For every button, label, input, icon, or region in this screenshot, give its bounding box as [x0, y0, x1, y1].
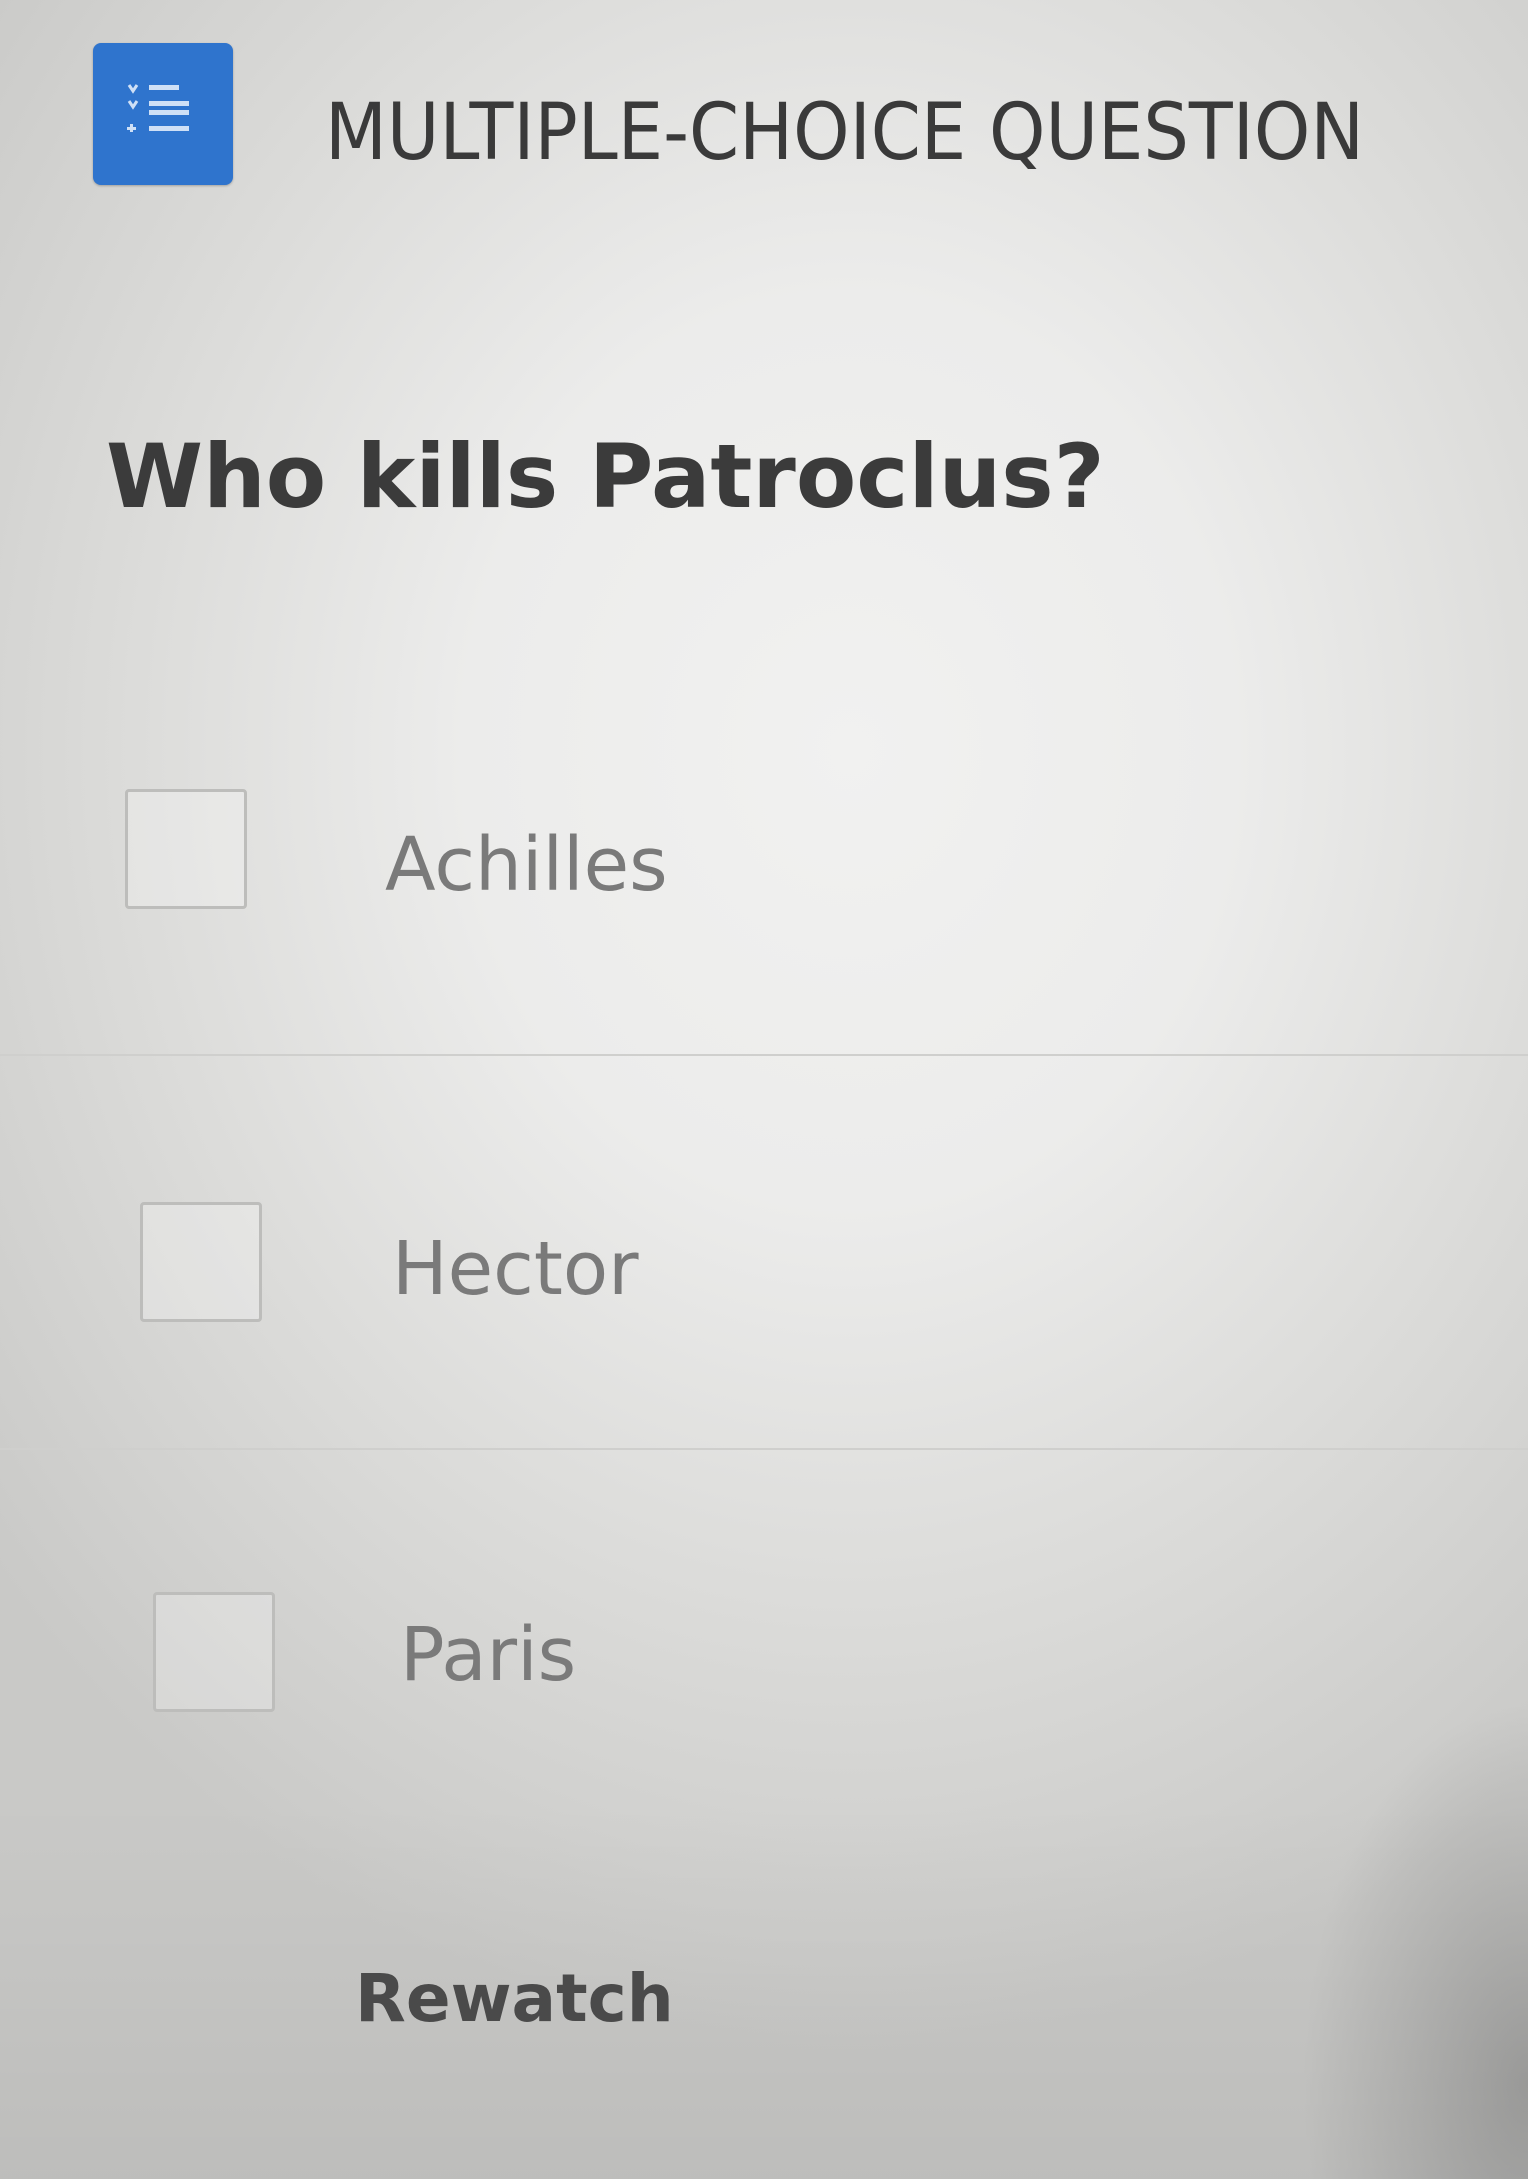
page-title: MULTIPLE-CHOICE QUESTION [325, 88, 1365, 178]
divider [0, 1448, 1528, 1450]
checkbox[interactable] [153, 1592, 275, 1712]
checkbox[interactable] [140, 1202, 262, 1322]
option-achilles[interactable]: Achilles [0, 760, 1528, 1060]
option-label: Hector [392, 1226, 639, 1312]
option-label: Achilles [385, 822, 668, 908]
rewatch-button[interactable]: Rewatch [355, 1960, 674, 2037]
numbered-list-icon [93, 43, 233, 185]
divider [0, 1054, 1528, 1056]
checkbox[interactable] [125, 789, 247, 909]
option-paris[interactable]: Paris [0, 1560, 1528, 1820]
question-text: Who kills Patroclus? [106, 425, 1105, 528]
option-hector[interactable]: Hector [0, 1160, 1528, 1440]
background-shading [0, 1800, 1528, 2179]
option-label: Paris [400, 1612, 577, 1698]
